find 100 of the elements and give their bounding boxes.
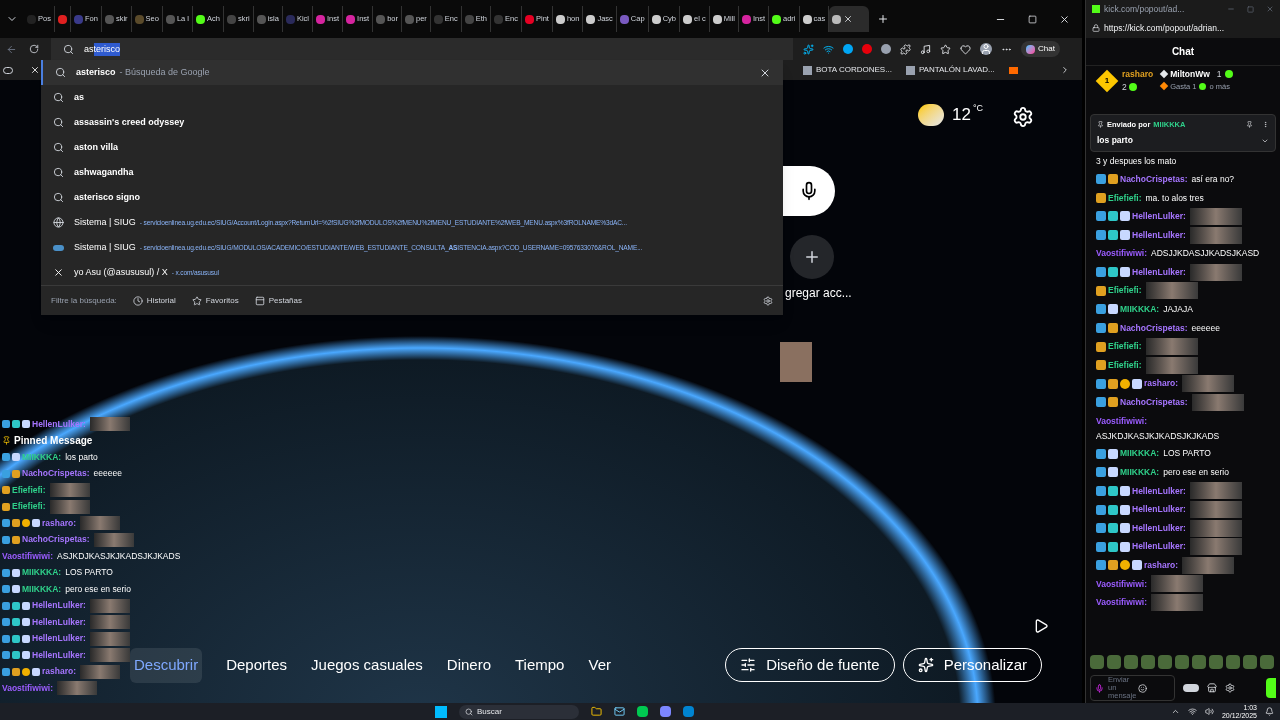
- suggestion-item[interactable]: aston villa: [41, 135, 783, 160]
- chat-username[interactable]: HellenLulker:: [32, 615, 86, 629]
- taskbar-search-field[interactable]: Buscar: [459, 704, 579, 719]
- suggestion-item[interactable]: asterisco signo: [41, 185, 783, 210]
- chat-username[interactable]: HellenLulker:: [32, 599, 86, 613]
- folder-icon[interactable]: [1008, 66, 1018, 74]
- volume-icon[interactable]: [1204, 707, 1214, 716]
- chat-username[interactable]: MIIKKKA:: [22, 566, 62, 580]
- folder-icon[interactable]: [591, 706, 602, 717]
- chat-username[interactable]: HellenLulker:: [1132, 521, 1186, 535]
- emote-icon[interactable]: [1090, 655, 1104, 669]
- suggestion-item[interactable]: assassin's creed odyssey: [41, 110, 783, 135]
- chat-username[interactable]: Efiefiefi:: [12, 483, 46, 497]
- chat-username[interactable]: rasharo:: [42, 665, 76, 679]
- emote-icon[interactable]: [1175, 655, 1189, 669]
- news-nav-tab[interactable]: Deportes: [226, 654, 288, 677]
- chat-username[interactable]: rasharo:: [1144, 558, 1178, 572]
- favorite-link[interactable]: PANTALÓN LAVAD...: [905, 64, 995, 76]
- network-icon[interactable]: [1187, 707, 1197, 716]
- chat-username[interactable]: MIIKKKA:: [22, 582, 62, 596]
- favorites-icon[interactable]: [940, 43, 951, 55]
- profile-icon[interactable]: [980, 43, 992, 55]
- news-nav-tab[interactable]: Juegos casuales: [311, 654, 423, 677]
- unpin-icon[interactable]: [1246, 121, 1253, 129]
- browser-tab[interactable]: [829, 6, 870, 32]
- filter-button[interactable]: Pestañas: [254, 294, 302, 307]
- play-icon[interactable]: [1033, 618, 1049, 634]
- filter-button[interactable]: Historial: [132, 294, 176, 307]
- chat-username[interactable]: Vaostifiwiwi:: [1096, 596, 1147, 609]
- suggestion-item[interactable]: ashwagandha: [41, 160, 783, 185]
- music-icon[interactable]: [920, 43, 931, 55]
- chat-username[interactable]: Vaostifiwiwi:: [2, 549, 53, 563]
- close-icon[interactable]: [843, 14, 854, 24]
- emote-icon[interactable]: [1141, 655, 1155, 669]
- emote-icon[interactable]: [1226, 655, 1240, 669]
- chat-username[interactable]: NachoCrispetas:: [22, 533, 90, 547]
- extension-icon[interactable]: [803, 43, 814, 55]
- windows-start-icon[interactable]: [435, 705, 447, 718]
- voice-search-button[interactable]: [783, 166, 835, 216]
- add-shortcut-button[interactable]: [790, 235, 834, 279]
- news-nav-tab[interactable]: Dinero: [446, 654, 491, 677]
- chat-username[interactable]: NachoCrispetas:: [22, 467, 90, 481]
- suggestion-item[interactable]: as: [41, 85, 783, 110]
- chat-username[interactable]: MIIKKKA:: [1120, 466, 1160, 479]
- news-nav-tab[interactable]: Ver: [588, 654, 611, 677]
- chat-username[interactable]: HellenLulker:: [1132, 503, 1186, 516]
- settings-icon[interactable]: [1225, 683, 1235, 693]
- send-button[interactable]: [1266, 678, 1276, 698]
- heart-icon[interactable]: [960, 43, 971, 55]
- store-icon[interactable]: [1207, 683, 1217, 693]
- chat-username[interactable]: MIIKKKA:: [1120, 447, 1160, 461]
- reload-icon[interactable]: [29, 44, 39, 54]
- extensions-icon[interactable]: [900, 43, 911, 55]
- emote-icon[interactable]: [1209, 655, 1223, 669]
- emote-icon[interactable]: [1158, 655, 1172, 669]
- close-icon[interactable]: [1059, 13, 1070, 25]
- back-icon[interactable]: [6, 43, 17, 55]
- chat-username[interactable]: HellenLulker:: [32, 648, 86, 662]
- chat-username[interactable]: Efiefiefi:: [1108, 340, 1142, 353]
- chat-username[interactable]: Vaostifiwiwi:: [1096, 415, 1147, 429]
- new-tab-icon[interactable]: [877, 13, 890, 25]
- chat-username[interactable]: HellenLulker:: [32, 632, 86, 646]
- chat-username[interactable]: MIIKKKA:: [1120, 303, 1160, 316]
- more-favorites-icon[interactable]: [1060, 65, 1070, 75]
- chat-username[interactable]: Vaostifiwiwi:: [1096, 247, 1147, 261]
- chat-username[interactable]: Efiefiefi:: [1108, 191, 1142, 205]
- news-nav-tab[interactable]: Tiempo: [515, 654, 565, 677]
- favorite-link[interactable]: BOTA CORDONES...: [803, 64, 892, 76]
- chat-username[interactable]: HellenLulker:: [1132, 228, 1186, 242]
- chat-username[interactable]: Vaostifiwiwi:: [1096, 577, 1147, 591]
- chat-username[interactable]: rasharo:: [1144, 377, 1178, 391]
- emote-icon[interactable]: [1124, 655, 1138, 669]
- chat-username[interactable]: Efiefiefi:: [1108, 284, 1142, 298]
- chat-username[interactable]: NachoCrispetas:: [1120, 172, 1188, 186]
- settings-icon[interactable]: [763, 295, 773, 306]
- app-icon[interactable]: [637, 706, 648, 717]
- news-nav-tab[interactable]: Descubrir: [130, 648, 203, 683]
- chat-username[interactable]: Vaostifiwiwi:: [2, 681, 53, 695]
- filter-button[interactable]: Favoritos: [191, 294, 239, 307]
- copilot-chat-button[interactable]: Chat: [1021, 41, 1060, 57]
- chat-username[interactable]: NachoCrispetas:: [1120, 396, 1188, 409]
- tray-overflow-icon[interactable]: [1170, 707, 1180, 716]
- emote-icon[interactable]: [1192, 655, 1206, 669]
- app-icon[interactable]: [683, 706, 694, 717]
- app-icon[interactable]: [660, 706, 671, 717]
- emote-icon[interactable]: [1243, 655, 1257, 669]
- chat-username[interactable]: NachoCrispetas:: [1120, 321, 1188, 335]
- emote-icon[interactable]: [1260, 655, 1274, 669]
- suggestion-item[interactable]: asterisco - Búsqueda de Google: [41, 60, 783, 85]
- chat-username[interactable]: Efiefiefi:: [1108, 358, 1142, 372]
- emoji-icon[interactable]: [1138, 683, 1147, 693]
- chat-username[interactable]: HellenLulker:: [1132, 210, 1186, 223]
- emote-icon[interactable]: [1107, 655, 1121, 669]
- chat-username[interactable]: HellenLulker:: [1132, 484, 1186, 498]
- extension-icon[interactable]: [823, 43, 834, 55]
- chat-username[interactable]: HellenLulker:: [1132, 540, 1186, 554]
- x-logo-icon[interactable]: [30, 65, 40, 75]
- chat-username[interactable]: rasharo:: [42, 516, 76, 530]
- mail-icon[interactable]: [614, 706, 625, 717]
- notifications-icon[interactable]: [1265, 707, 1274, 716]
